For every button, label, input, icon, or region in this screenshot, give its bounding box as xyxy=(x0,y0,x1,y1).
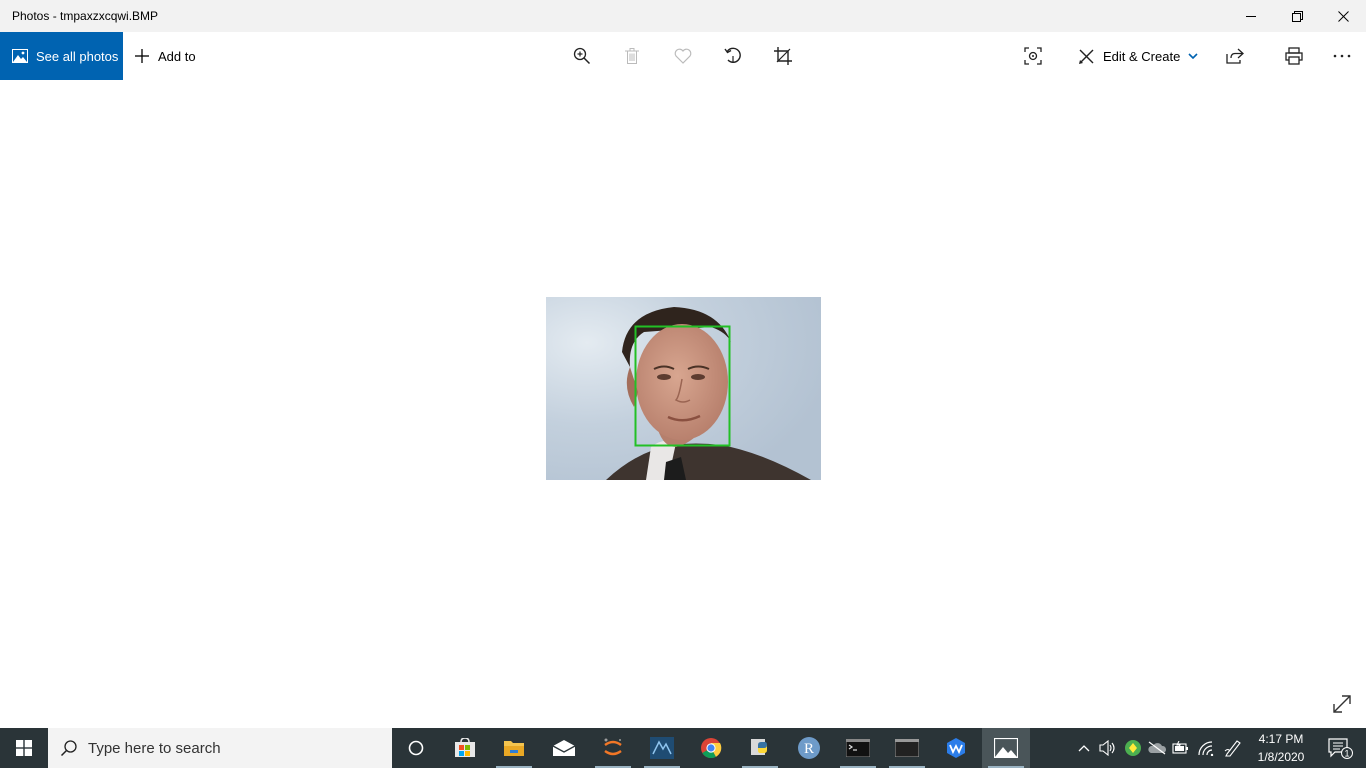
plus-icon xyxy=(135,49,149,63)
minimize-button[interactable] xyxy=(1228,0,1274,32)
enhance-button[interactable] xyxy=(1021,44,1045,68)
see-all-photos-button[interactable]: See all photos xyxy=(0,32,123,80)
see-all-photos-label: See all photos xyxy=(36,48,119,64)
tray-app-icon xyxy=(1125,740,1141,756)
tray-app-button[interactable] xyxy=(1122,728,1144,768)
photos-icon xyxy=(12,49,28,63)
r-icon: R xyxy=(798,737,820,759)
chevron-up-icon xyxy=(1078,745,1090,752)
clock[interactable]: 4:17 PM 1/8/2020 xyxy=(1250,728,1312,768)
volume-button[interactable] xyxy=(1097,728,1119,768)
search-icon xyxy=(60,740,77,757)
share-icon xyxy=(1226,48,1244,64)
battery-icon xyxy=(1172,741,1188,754)
crop-icon xyxy=(774,47,792,65)
taskbar-app-terminal[interactable] xyxy=(834,728,882,768)
print-button[interactable] xyxy=(1282,44,1306,68)
add-to-button[interactable]: Add to xyxy=(134,32,196,80)
taskbar: R xyxy=(0,728,1366,768)
add-to-label: Add to xyxy=(158,48,196,64)
taskbar-app-r[interactable]: R xyxy=(785,728,833,768)
trash-icon xyxy=(625,48,639,64)
taskbar-app-code-editor[interactable] xyxy=(638,728,686,768)
battery-button[interactable] xyxy=(1170,728,1192,768)
focus-icon xyxy=(1024,47,1042,65)
zoom-button[interactable] xyxy=(570,44,594,68)
chevron-down-icon xyxy=(1188,53,1198,59)
taskbar-app-chrome[interactable] xyxy=(687,728,735,768)
window-title: Photos - tmpaxzxcqwi.BMP xyxy=(12,9,159,23)
clock-time: 4:17 PM xyxy=(1258,732,1304,746)
taskbar-app-wps[interactable] xyxy=(932,728,980,768)
photos-toolbar: See all photos Add to Edit & Create xyxy=(0,32,1366,80)
taskbar-app-mail[interactable] xyxy=(540,728,588,768)
delete-button[interactable] xyxy=(620,44,644,68)
zoom-in-icon xyxy=(573,47,591,65)
code-editor-icon xyxy=(650,737,674,759)
wifi-icon xyxy=(1198,741,1214,756)
share-button[interactable] xyxy=(1223,44,1247,68)
window-icon xyxy=(895,739,919,757)
windows-logo-icon xyxy=(16,740,32,756)
chrome-icon xyxy=(701,738,722,759)
fullscreen-button[interactable] xyxy=(1330,692,1354,716)
more-icon xyxy=(1333,54,1351,58)
taskbar-app-file-explorer[interactable] xyxy=(490,728,538,768)
restore-button[interactable] xyxy=(1274,0,1320,32)
title-bar: Photos - tmpaxzxcqwi.BMP xyxy=(0,0,1366,32)
taskbar-search[interactable] xyxy=(48,728,392,768)
expand-icon xyxy=(1333,695,1351,713)
python-icon xyxy=(751,739,767,755)
crop-button[interactable] xyxy=(771,44,795,68)
cortana-icon xyxy=(408,740,424,756)
task-view-button[interactable] xyxy=(392,728,440,768)
clock-date: 1/8/2020 xyxy=(1257,750,1305,764)
notification-count: 1 xyxy=(1344,749,1349,759)
edit-create-label: Edit & Create xyxy=(1103,48,1181,64)
rotate-icon xyxy=(724,47,741,63)
microsoft-store-icon xyxy=(455,738,475,757)
wps-icon xyxy=(947,738,965,758)
taskbar-app-jupyter[interactable] xyxy=(589,728,637,768)
taskbar-app-python[interactable] xyxy=(736,728,784,768)
cloud-offline-icon xyxy=(1148,741,1167,755)
more-options-button[interactable] xyxy=(1330,44,1354,68)
jupyter-icon xyxy=(604,738,622,756)
taskbar-app-photos[interactable] xyxy=(982,728,1030,768)
edit-create-button[interactable]: Edit & Create xyxy=(1078,32,1198,80)
photos-app-icon xyxy=(994,738,1018,758)
mail-icon xyxy=(552,740,576,756)
edit-icon xyxy=(1079,49,1094,64)
printer-icon xyxy=(1285,47,1303,65)
action-center-button[interactable]: 1 xyxy=(1320,728,1360,768)
favorite-button[interactable] xyxy=(671,44,695,68)
pen-icon xyxy=(1224,740,1241,757)
taskbar-app-store[interactable] xyxy=(441,728,489,768)
heart-icon xyxy=(674,48,692,64)
search-input[interactable] xyxy=(88,739,368,757)
taskbar-app-window[interactable] xyxy=(883,728,931,768)
close-button[interactable] xyxy=(1320,0,1366,32)
pen-workspace-button[interactable] xyxy=(1221,728,1245,768)
rotate-button[interactable] xyxy=(721,44,745,68)
folder-icon xyxy=(504,741,524,756)
photo-viewer-image xyxy=(546,297,821,480)
network-button[interactable] xyxy=(1194,728,1218,768)
speaker-icon xyxy=(1099,740,1115,756)
svg-text:R: R xyxy=(804,741,814,757)
notification-icon: 1 xyxy=(1328,738,1353,759)
start-button[interactable] xyxy=(0,728,48,768)
show-hidden-icons-button[interactable] xyxy=(1074,728,1094,768)
onedrive-button[interactable] xyxy=(1146,728,1168,768)
terminal-icon xyxy=(846,739,870,757)
